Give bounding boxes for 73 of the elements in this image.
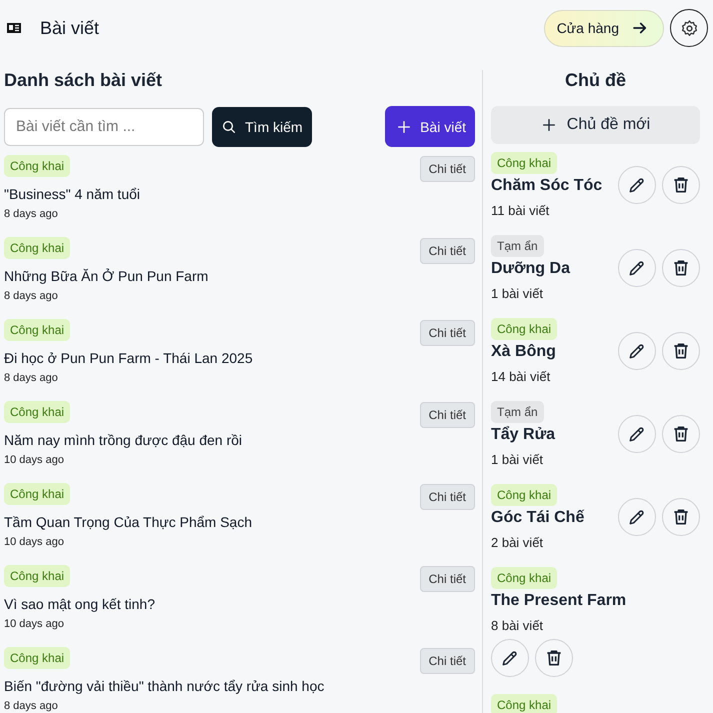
plus-icon — [396, 118, 412, 134]
post-date: 8 days ago — [4, 290, 59, 302]
delete-button[interactable] — [662, 498, 700, 536]
edit-button[interactable] — [618, 249, 656, 287]
detail-button[interactable]: Chi tiết — [420, 648, 475, 674]
post-date: 10 days ago — [4, 618, 65, 630]
edit-button[interactable] — [618, 332, 656, 370]
detail-button[interactable]: Chi tiết — [420, 402, 475, 428]
status-badge: Công khai — [4, 319, 70, 341]
section-title: Chủ đề — [564, 70, 627, 92]
post-title: Biến "đường vải thiều" thành nước tẩy rửa sinh học — [4, 678, 324, 694]
status-badge: Công khai — [491, 484, 558, 506]
status-badge: Công khai — [491, 567, 558, 589]
detail-button[interactable]: Chi tiết — [420, 156, 475, 182]
post-count: 1 bài viết — [491, 452, 544, 467]
post-title: Đi học ở Pun Pun Farm - Thái Lan 2025 — [4, 350, 253, 366]
post-title: Tầm Quan Trọng Của Thực Phẩm Sạch — [4, 514, 252, 530]
post-date: 8 days ago — [4, 372, 59, 384]
edit-button[interactable] — [491, 639, 529, 677]
topic-name: Góc Tái Chế — [491, 509, 584, 527]
post-title: Năm nay mình trồng được đậu đen rồi — [4, 432, 242, 448]
post-title: Vì sao mật ong kết tinh? — [4, 596, 155, 612]
status-badge: Tạm ẩn — [491, 235, 544, 257]
status-badge: Công khai — [4, 401, 70, 423]
edit-button[interactable] — [618, 166, 656, 204]
topic-name: The Present Farm — [491, 592, 626, 610]
topic-name: Tẩy Rửa — [491, 426, 556, 444]
post-count: 2 bài viết — [491, 535, 544, 550]
post-date: 10 days ago — [4, 454, 65, 466]
edit-button[interactable] — [618, 415, 656, 453]
post-title: "Business" 4 năm tuổi — [4, 186, 140, 202]
search-field[interactable]: Bài viết cần tìm ... — [4, 108, 204, 146]
post-count: 14 bài viết — [491, 369, 552, 384]
status-badge: Công khai — [4, 237, 70, 259]
delete-button[interactable] — [662, 415, 700, 453]
detail-button[interactable]: Chi tiết — [420, 238, 475, 264]
post-date: 8 days ago — [4, 208, 59, 220]
search-icon — [221, 118, 237, 134]
status-badge: Công khai — [4, 565, 70, 587]
delete-button[interactable] — [662, 249, 700, 287]
post-date: 8 days ago — [4, 700, 59, 712]
store-button[interactable]: Cửa hàng — [544, 10, 664, 46]
page-title: Bài viết — [40, 18, 100, 38]
topic-name: Xà Bông — [491, 343, 557, 361]
status-badge: Công khai — [491, 694, 558, 713]
search-button[interactable]: Tìm kiếm — [212, 106, 312, 146]
status-badge: Công khai — [4, 647, 70, 669]
detail-button[interactable]: Chi tiết — [420, 320, 475, 346]
status-badge: Công khai — [491, 152, 558, 174]
post-title: Những Bữa Ăn Ở Pun Pun Farm — [4, 268, 208, 284]
post-count: 1 bài viết — [491, 286, 544, 301]
topic-name: Chăm Sóc Tóc — [491, 177, 602, 195]
status-badge: Tạm ẩn — [491, 401, 544, 423]
new-topic-button[interactable]: Chủ đề mới — [491, 106, 700, 144]
new-post-button[interactable]: Bài viết — [385, 106, 475, 147]
post-date: 10 days ago — [4, 536, 65, 548]
edit-button[interactable] — [618, 498, 656, 536]
post-count: 8 bài viết — [491, 618, 544, 633]
status-badge: Công khai — [4, 155, 70, 177]
post-count: 11 bài viết — [491, 203, 550, 218]
plus-icon — [540, 117, 557, 133]
newspaper-icon — [6, 20, 22, 36]
delete-button[interactable] — [535, 639, 573, 677]
settings-icon — [680, 18, 698, 38]
detail-button[interactable]: Chi tiết — [420, 484, 475, 510]
detail-button[interactable]: Chi tiết — [420, 566, 475, 592]
status-badge: Công khai — [491, 318, 558, 340]
section-title: Danh sách bài viết — [4, 70, 164, 92]
settings-button[interactable] — [670, 9, 708, 47]
delete-button[interactable] — [662, 166, 700, 204]
delete-button[interactable] — [662, 332, 700, 370]
topic-name: Dưỡng Da — [491, 260, 570, 278]
status-badge: Công khai — [4, 483, 70, 505]
